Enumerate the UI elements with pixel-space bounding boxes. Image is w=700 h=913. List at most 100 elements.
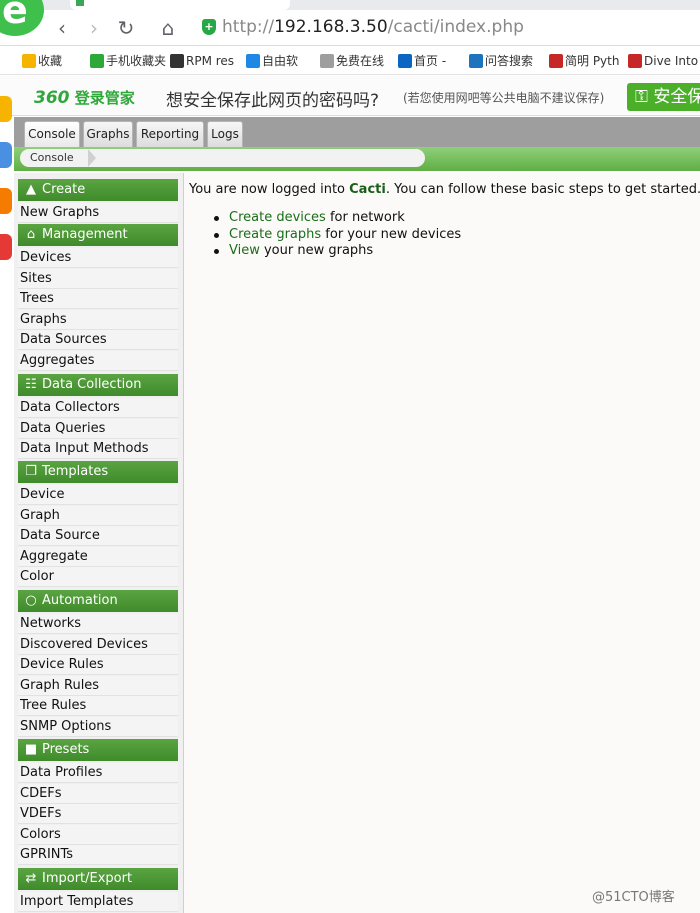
tab-logs[interactable]: Logs bbox=[207, 121, 243, 147]
weibo-icon[interactable] bbox=[0, 188, 12, 214]
templates-icon: ❐ bbox=[25, 464, 37, 479]
sidebar-item[interactable]: Graph Rules bbox=[18, 675, 178, 696]
create-devices-link[interactable]: Create devices bbox=[229, 210, 326, 225]
sidebar-item[interactable]: SNMP Options bbox=[18, 717, 178, 737]
sidebar-item[interactable]: Data Sources bbox=[18, 330, 178, 351]
console-sidebar: ▲ Create New Graphs ⌂ Management Devices Sites… bbox=[14, 173, 184, 913]
sidebar-item[interactable]: Color bbox=[18, 567, 178, 588]
book-icon bbox=[549, 54, 563, 68]
section-templates[interactable]: ❐ Templates bbox=[18, 461, 178, 483]
bookmark-label: Dive Into bbox=[644, 54, 699, 68]
bookmark-item[interactable]: 问答搜索 bbox=[469, 53, 533, 69]
sidebar-item[interactable]: Tree Rules bbox=[18, 696, 178, 717]
breadcrumb-bar: Console bbox=[14, 147, 700, 171]
sidebar-item[interactable]: Discovered Devices bbox=[18, 634, 178, 655]
section-management[interactable]: ⌂ Management bbox=[18, 224, 178, 246]
bookmark-item[interactable]: 简明 Pyth bbox=[549, 53, 619, 69]
browser-tab[interactable] bbox=[70, 0, 290, 10]
cacti-tab-bar: Console Graphs Reporting Logs bbox=[14, 117, 700, 147]
bookmark-item[interactable]: Dive Into bbox=[628, 53, 698, 69]
home-icon[interactable]: ⌂ bbox=[156, 16, 180, 40]
main-content: You are now logged into Cacti. You can f… bbox=[184, 173, 700, 913]
sidebar-item[interactable]: Sites bbox=[18, 268, 178, 289]
bookmark-item[interactable]: 免费在线 bbox=[320, 53, 384, 69]
sidebar-item[interactable]: Device bbox=[18, 485, 178, 505]
create-graphs-link[interactable]: Create graphs bbox=[229, 227, 321, 242]
bookmark-label: 自由软 bbox=[262, 54, 299, 68]
url-field[interactable]: + http://192.168.3.50/cacti/index.php bbox=[194, 15, 700, 41]
secure-shield-icon: + bbox=[202, 19, 216, 35]
password-save-bar: 360 登录管家 想安全保存此网页的密码吗? (若您使用网吧等公共电脑不建议保存… bbox=[0, 76, 700, 116]
sidebar-item[interactable]: Aggregates bbox=[18, 351, 178, 371]
page-icon bbox=[320, 54, 334, 68]
sidebar-item[interactable]: Networks bbox=[18, 614, 178, 634]
apps-icon[interactable] bbox=[0, 142, 12, 168]
s-icon bbox=[469, 54, 483, 68]
list-item: Create graphs for your new devices bbox=[214, 227, 461, 244]
section-label: Import/Export bbox=[42, 871, 133, 886]
reload-icon[interactable]: ↻ bbox=[114, 16, 138, 40]
watermark: @51CTO博客 bbox=[592, 890, 675, 905]
forward-icon[interactable]: › bbox=[82, 16, 106, 40]
section-create[interactable]: ▲ Create bbox=[18, 179, 178, 201]
sidebar-item[interactable]: New Graphs bbox=[18, 203, 178, 223]
breadcrumb-separator-icon bbox=[88, 149, 96, 167]
star-icon bbox=[22, 54, 36, 68]
sidebar-item[interactable]: Data Source bbox=[18, 526, 178, 547]
section-data-collection[interactable]: ☷ Data Collection bbox=[18, 374, 178, 396]
sidebar-item[interactable]: Graphs bbox=[18, 309, 178, 330]
welcome-message: You are now logged into Cacti. You can f… bbox=[189, 182, 700, 197]
bookmark-label: 免费在线 bbox=[336, 54, 385, 68]
mail-icon[interactable] bbox=[0, 234, 12, 260]
list-item: View your new graphs bbox=[214, 243, 461, 260]
sidebar-item[interactable]: GPRINTs bbox=[18, 845, 178, 866]
bookmark-label: 首页 - bbox=[414, 54, 447, 68]
tab-strip bbox=[0, 0, 700, 10]
sidebar-item[interactable]: Colors bbox=[18, 824, 178, 845]
database-icon: ☷ bbox=[25, 377, 37, 392]
bookmark-item[interactable]: 手机收藏夹 bbox=[90, 53, 166, 69]
sidebar-item[interactable]: CDEFs bbox=[18, 783, 178, 804]
sidebar-item[interactable]: Import Templates bbox=[18, 892, 178, 912]
breadcrumb: Console bbox=[20, 149, 425, 167]
save-password-button[interactable]: ⚿ 安全保 bbox=[627, 83, 700, 111]
section-import-export[interactable]: ⇄ Import/Export bbox=[18, 868, 178, 890]
home-icon: ⌂ bbox=[26, 227, 36, 242]
phone-icon bbox=[90, 54, 104, 68]
view-graphs-link[interactable]: View bbox=[229, 243, 260, 258]
sidebar-item[interactable]: Aggregate bbox=[18, 546, 178, 567]
zhihu-icon bbox=[398, 54, 412, 68]
sidebar-item[interactable]: Data Input Methods bbox=[18, 439, 178, 460]
sidebar-item[interactable]: Data Collectors bbox=[18, 398, 178, 418]
bookmark-item[interactable]: 收藏 bbox=[22, 53, 62, 69]
section-automation[interactable]: ○ Automation bbox=[18, 590, 178, 612]
password-note: (若您使用网吧等公共电脑不建议保存) bbox=[403, 91, 605, 105]
bookmark-item[interactable]: 首页 - bbox=[398, 53, 446, 69]
list-item: Create devices for network bbox=[214, 210, 461, 227]
bookmark-item[interactable]: RPM res bbox=[170, 53, 234, 69]
favorites-icon[interactable] bbox=[0, 96, 12, 122]
sidebar-item[interactable]: Data Profiles bbox=[18, 763, 178, 783]
browser-window: e ‹ › ↻ ⌂ + http://192.168.3.50/cacti/in… bbox=[0, 0, 700, 913]
sidebar-item[interactable]: Data Queries bbox=[18, 418, 178, 439]
sidebar-item[interactable]: VDEFs bbox=[18, 804, 178, 825]
sidebar-item[interactable]: Trees bbox=[18, 289, 178, 310]
book-icon bbox=[628, 54, 642, 68]
password-question: 想安全保存此网页的密码吗? bbox=[166, 91, 380, 111]
breadcrumb-console[interactable]: Console bbox=[30, 151, 74, 165]
tab-console[interactable]: Console bbox=[24, 121, 80, 147]
tab-reporting[interactable]: Reporting bbox=[136, 121, 204, 147]
bookmark-item[interactable]: 自由软 bbox=[246, 53, 298, 69]
section-presets[interactable]: ■ Presets bbox=[18, 739, 178, 761]
bookmarks-bar: 收藏 手机收藏夹 RPM res 自由软 免费在线 首页 - 问答搜索 简明 Pyth Dive… bbox=[0, 47, 700, 75]
section-label: Templates bbox=[42, 464, 109, 479]
section-label: Create bbox=[42, 182, 86, 197]
getting-started-list: Create devices for network Create graphs… bbox=[214, 210, 461, 260]
back-icon[interactable]: ‹ bbox=[50, 16, 74, 40]
tab-graphs[interactable]: Graphs bbox=[83, 121, 133, 147]
presets-icon: ■ bbox=[24, 742, 38, 757]
sidebar-item[interactable]: Graph bbox=[18, 505, 178, 526]
address-bar: ‹ › ↻ ⌂ + http://192.168.3.50/cacti/inde… bbox=[0, 10, 700, 46]
sidebar-item[interactable]: Device Rules bbox=[18, 655, 178, 676]
sidebar-item[interactable]: Devices bbox=[18, 248, 178, 268]
